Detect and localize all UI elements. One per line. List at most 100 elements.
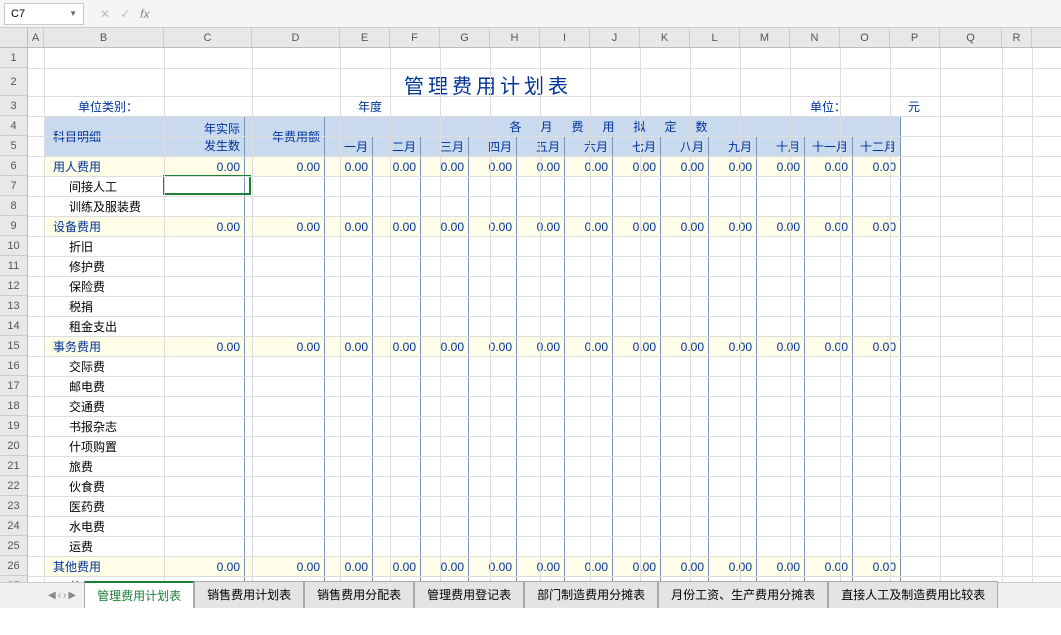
cell[interactable] xyxy=(421,197,469,217)
cell[interactable] xyxy=(245,177,325,197)
cell[interactable] xyxy=(325,477,373,497)
cell[interactable] xyxy=(421,477,469,497)
cell[interactable]: 0.00 xyxy=(709,217,757,237)
cell[interactable] xyxy=(613,497,661,517)
cell[interactable]: 0.00 xyxy=(325,337,373,357)
cell[interactable]: 0.00 xyxy=(853,557,901,577)
cell[interactable] xyxy=(325,457,373,477)
cell[interactable] xyxy=(565,177,613,197)
accept-icon[interactable]: ✓ xyxy=(120,7,130,21)
cell[interactable]: 0.00 xyxy=(325,157,373,177)
cell[interactable] xyxy=(757,257,805,277)
row-header-3[interactable]: 3 xyxy=(0,96,27,116)
row-header-22[interactable]: 22 xyxy=(0,476,27,496)
cell[interactable] xyxy=(373,317,421,337)
row-header-8[interactable]: 8 xyxy=(0,196,27,216)
cell[interactable] xyxy=(373,457,421,477)
row-header-12[interactable]: 12 xyxy=(0,276,27,296)
cell[interactable] xyxy=(165,417,245,437)
cell[interactable] xyxy=(757,397,805,417)
cell[interactable] xyxy=(325,437,373,457)
cell[interactable]: 0.00 xyxy=(565,337,613,357)
cell[interactable]: 0.00 xyxy=(469,217,517,237)
cell[interactable] xyxy=(165,277,245,297)
cell[interactable] xyxy=(709,497,757,517)
cell[interactable] xyxy=(613,237,661,257)
cell[interactable] xyxy=(709,237,757,257)
cell[interactable] xyxy=(325,397,373,417)
cell[interactable] xyxy=(661,417,709,437)
col-header-L[interactable]: L xyxy=(690,28,740,47)
row-header-17[interactable]: 17 xyxy=(0,376,27,396)
row-header-16[interactable]: 16 xyxy=(0,356,27,376)
cell[interactable] xyxy=(613,257,661,277)
row-header-9[interactable]: 9 xyxy=(0,216,27,236)
table-row[interactable]: 保险费 xyxy=(45,277,901,297)
cell[interactable] xyxy=(613,417,661,437)
cell[interactable] xyxy=(421,437,469,457)
cell[interactable] xyxy=(245,317,325,337)
cell[interactable] xyxy=(613,457,661,477)
cell[interactable] xyxy=(469,377,517,397)
cell[interactable]: 0.00 xyxy=(421,337,469,357)
cell[interactable] xyxy=(757,537,805,557)
cell[interactable] xyxy=(325,537,373,557)
cell[interactable] xyxy=(757,477,805,497)
cell[interactable] xyxy=(613,437,661,457)
cell[interactable] xyxy=(757,437,805,457)
cell[interactable] xyxy=(245,397,325,417)
cell[interactable] xyxy=(661,537,709,557)
table-row[interactable]: 交通费 xyxy=(45,397,901,417)
sheet-tab[interactable]: 直接人工及制造费用比较表 xyxy=(828,581,998,608)
cell[interactable] xyxy=(805,377,853,397)
cell[interactable]: 0.00 xyxy=(565,157,613,177)
row-header-18[interactable]: 18 xyxy=(0,396,27,416)
cell[interactable] xyxy=(853,477,901,497)
cell[interactable]: 0.00 xyxy=(245,217,325,237)
cell[interactable]: 0.00 xyxy=(661,557,709,577)
cell[interactable] xyxy=(245,457,325,477)
cell[interactable]: 0.00 xyxy=(757,557,805,577)
cell[interactable] xyxy=(421,517,469,537)
cell[interactable] xyxy=(165,437,245,457)
cell[interactable] xyxy=(469,357,517,377)
cell[interactable] xyxy=(245,437,325,457)
cell[interactable] xyxy=(853,437,901,457)
cell[interactable] xyxy=(805,457,853,477)
col-header-N[interactable]: N xyxy=(790,28,840,47)
select-all-corner[interactable] xyxy=(0,28,28,48)
cell[interactable] xyxy=(421,277,469,297)
cell[interactable] xyxy=(469,537,517,557)
table-row[interactable]: 书报杂志 xyxy=(45,417,901,437)
cell[interactable] xyxy=(661,437,709,457)
cell[interactable] xyxy=(853,257,901,277)
cell[interactable] xyxy=(165,397,245,417)
row-header-13[interactable]: 13 xyxy=(0,296,27,316)
row-header-11[interactable]: 11 xyxy=(0,256,27,276)
cell[interactable] xyxy=(661,257,709,277)
cell[interactable]: 0.00 xyxy=(805,157,853,177)
cell[interactable] xyxy=(661,457,709,477)
cell[interactable]: 0.00 xyxy=(661,157,709,177)
cell[interactable] xyxy=(565,197,613,217)
cell[interactable] xyxy=(373,257,421,277)
cell[interactable] xyxy=(245,297,325,317)
cell[interactable] xyxy=(853,177,901,197)
cell[interactable]: 0.00 xyxy=(421,217,469,237)
row-header-2[interactable]: 2 xyxy=(0,68,27,96)
cell[interactable] xyxy=(373,177,421,197)
cell[interactable] xyxy=(757,417,805,437)
cell[interactable] xyxy=(469,477,517,497)
cell[interactable] xyxy=(469,317,517,337)
cell[interactable]: 0.00 xyxy=(165,337,245,357)
cell[interactable] xyxy=(373,197,421,217)
cell[interactable] xyxy=(565,537,613,557)
cell[interactable] xyxy=(661,317,709,337)
table-row[interactable]: 间接人工 xyxy=(45,177,901,197)
cell[interactable] xyxy=(469,517,517,537)
row-header-20[interactable]: 20 xyxy=(0,436,27,456)
sheet-tab[interactable]: 销售费用计划表 xyxy=(194,581,304,608)
cell[interactable] xyxy=(373,497,421,517)
cell[interactable] xyxy=(757,297,805,317)
cell[interactable]: 0.00 xyxy=(373,157,421,177)
